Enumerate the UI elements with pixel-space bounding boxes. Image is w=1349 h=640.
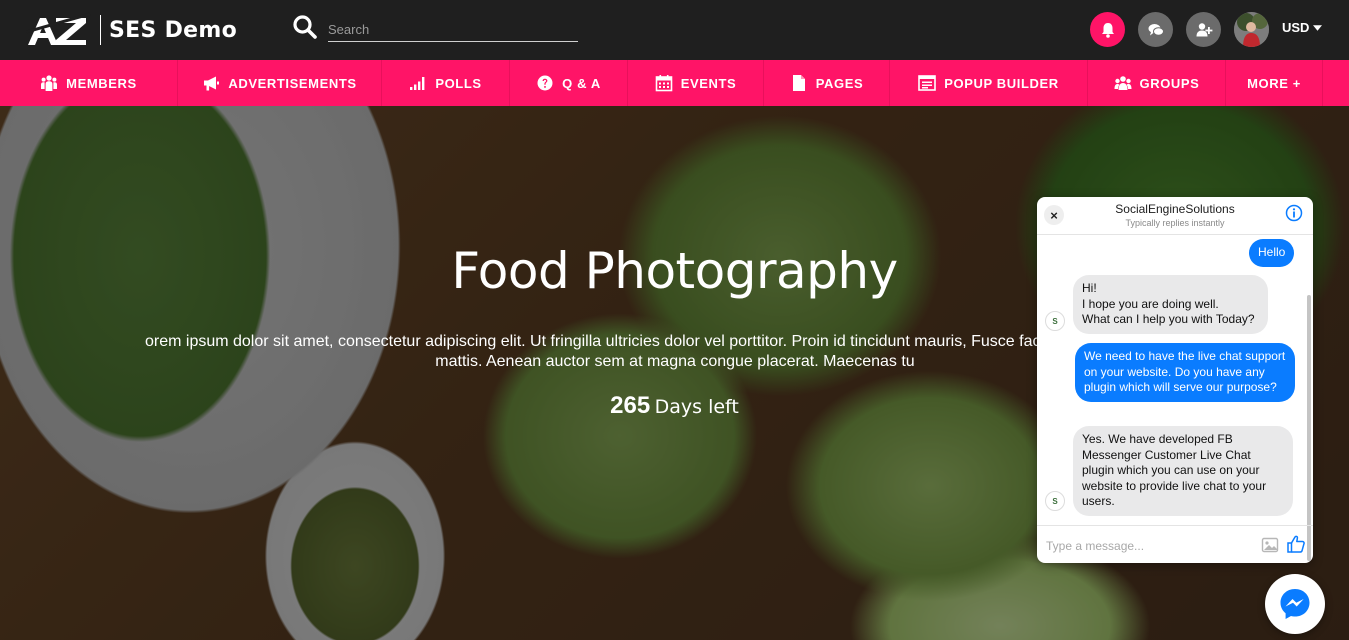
site-name: SES Demo: [109, 17, 237, 43]
nav-item-events[interactable]: EVENTS: [628, 60, 764, 106]
nav-label-more: MORE +: [1247, 75, 1301, 91]
chat-composer: [1037, 525, 1313, 563]
add-user-icon: [1196, 22, 1212, 36]
page-avatar-letter: S: [1052, 496, 1058, 506]
chat-message-received: Hi! I hope you are doing well. What can …: [1073, 275, 1268, 334]
days-left-number: 265: [610, 392, 651, 419]
info-icon[interactable]: [1285, 204, 1303, 222]
nav-label-groups: GROUPS: [1139, 75, 1200, 91]
main-navigation: MEMBERS ADVERTISEMENTS POLLS Q & A EVENT…: [0, 60, 1349, 106]
chat-message-input[interactable]: [1046, 537, 1256, 555]
search-icon[interactable]: [292, 14, 318, 40]
messenger-icon: [1280, 589, 1310, 619]
calendar-icon: [655, 75, 672, 92]
nav-item-pages[interactable]: PAGES: [764, 60, 890, 106]
nav-item-popup-builder[interactable]: POPUP BUILDER: [890, 60, 1088, 106]
nav-label-pages: PAGES: [815, 75, 864, 91]
nav-label-polls: POLLS: [435, 75, 482, 91]
chat-scrollbar[interactable]: [1307, 295, 1311, 561]
signal-bars-icon: [410, 77, 425, 90]
chat-page-name: SocialEngineSolutions: [1115, 202, 1235, 216]
image-attach-icon[interactable]: [1261, 536, 1279, 554]
chat-message-received: Yes. We have developed FB Messenger Cust…: [1073, 426, 1293, 516]
page-avatar: S: [1045, 491, 1065, 511]
logo-mark-icon: [26, 12, 91, 45]
page-icon: [792, 75, 805, 91]
nav-label-members: MEMBERS: [66, 75, 137, 91]
chat-conversation[interactable]: Hello S Hi! I hope you are doing well. W…: [1037, 235, 1313, 561]
search-input[interactable]: [328, 18, 578, 42]
search-bar: [292, 14, 578, 44]
bell-icon: [1101, 22, 1114, 38]
currency-selector[interactable]: USD: [1282, 20, 1323, 35]
chat-icon: [1148, 23, 1164, 36]
nav-item-advertisements[interactable]: ADVERTISEMENTS: [178, 60, 382, 106]
chat-message-sent: Hello: [1249, 239, 1295, 267]
chat-header: × SocialEngineSolutions Typically replie…: [1037, 197, 1313, 235]
user-avatar[interactable]: [1234, 12, 1269, 47]
chat-message-sent: We need to have the live chat support on…: [1075, 343, 1295, 402]
nav-item-groups[interactable]: GROUPS: [1088, 60, 1226, 106]
megaphone-icon: [204, 76, 220, 91]
nav-item-polls[interactable]: POLLS: [382, 60, 510, 106]
nav-item-q-and-a[interactable]: Q & A: [510, 60, 628, 106]
messages-button[interactable]: [1138, 12, 1173, 47]
nav-item-members[interactable]: MEMBERS: [0, 60, 178, 106]
days-left-label: Days left: [654, 396, 739, 418]
profile-photo-icon: [1234, 12, 1269, 47]
nav-label-q-and-a: Q & A: [562, 75, 601, 91]
friend-requests-button[interactable]: [1186, 12, 1221, 47]
nav-item-more[interactable]: MORE +: [1226, 60, 1323, 106]
logo-divider: [100, 15, 101, 45]
site-logo[interactable]: SES Demo: [26, 12, 237, 48]
top-header: SES Demo Search USD: [0, 0, 1349, 60]
messenger-launcher-button[interactable]: [1265, 574, 1325, 634]
currency-label: USD: [1282, 20, 1310, 35]
groups-icon: [1114, 76, 1132, 90]
question-icon: [537, 75, 553, 91]
messenger-chat-window: × SocialEngineSolutions Typically replie…: [1037, 197, 1313, 563]
nav-label-events: EVENTS: [680, 75, 737, 91]
chevron-down-icon: [1313, 24, 1323, 31]
nav-label-popup-builder: POPUP BUILDER: [944, 75, 1059, 91]
page-avatar: S: [1045, 311, 1065, 331]
notifications-button[interactable]: [1090, 12, 1125, 47]
popup-window-icon: [918, 75, 937, 91]
members-icon: [41, 75, 58, 91]
thumbs-up-icon[interactable]: [1286, 534, 1306, 554]
chat-response-time: Typically replies instantly: [1125, 218, 1225, 228]
page-avatar-letter: S: [1052, 316, 1058, 326]
nav-label-advertisements: ADVERTISEMENTS: [228, 75, 357, 91]
